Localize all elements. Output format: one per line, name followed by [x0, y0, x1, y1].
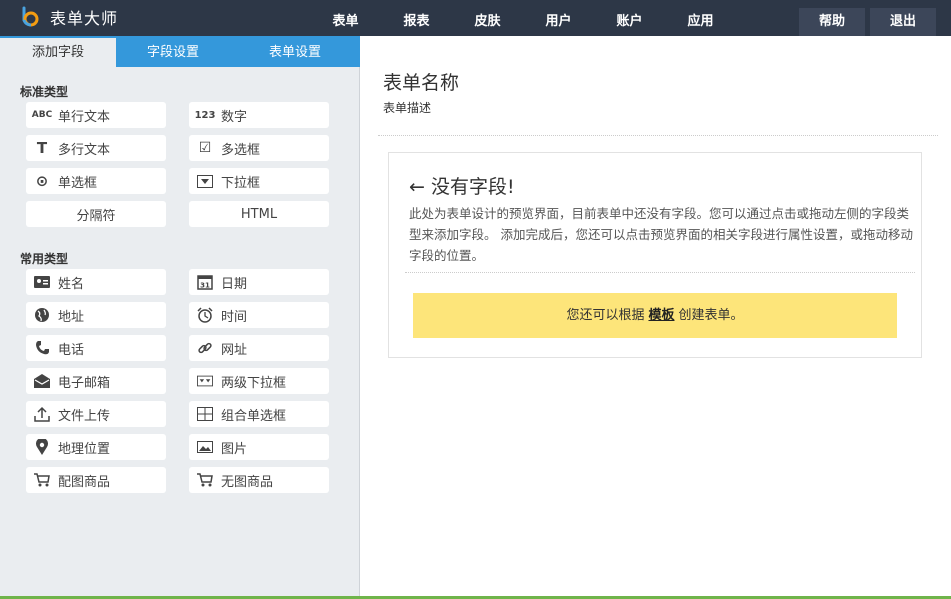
card-divider: [405, 272, 915, 273]
alarm-clock-icon: [197, 307, 213, 323]
standard-types-title: 标准类型: [20, 85, 69, 99]
nav-item-reports[interactable]: 报表: [381, 0, 452, 36]
template-tip: 您还可以根据 模板 创建表单。: [413, 293, 897, 338]
image-icon: [197, 439, 213, 455]
dropdown-icon: [197, 173, 213, 189]
app-logo[interactable]: 表单大师: [20, 5, 118, 29]
tip-prefix: 您还可以根据: [566, 308, 645, 323]
field-dropdown[interactable]: 下拉框: [189, 168, 329, 194]
field-html[interactable]: HTML: [189, 201, 329, 227]
main-nav: 表单 报表 皮肤 用户 账户 应用: [310, 0, 736, 36]
field-image[interactable]: 图片: [189, 434, 329, 460]
header-divider: [378, 135, 938, 136]
empty-state-text: 此处为表单设计的预览界面，目前表单中还没有字段。您可以通过点击或拖动左侧的字段类…: [409, 206, 913, 263]
cart-icon: [34, 472, 50, 488]
empty-state-title: ← 没有字段!: [409, 176, 515, 198]
field-name[interactable]: 姓名: [26, 269, 166, 295]
tip-suffix: 创建表单。: [678, 308, 744, 323]
two-level-dropdown-icon: [197, 373, 213, 389]
text-t-icon: T: [36, 139, 48, 157]
panel-tabs: 添加字段 字段设置 表单设置: [0, 36, 360, 67]
field-address[interactable]: 地址: [26, 302, 166, 328]
field-product-without-image[interactable]: 无图商品: [189, 467, 329, 493]
link-icon: [197, 340, 213, 356]
form-description[interactable]: 表单描述: [383, 99, 431, 116]
nav-item-forms[interactable]: 表单: [310, 0, 381, 36]
field-panel: 添加字段 字段设置 表单设置 标准类型 ABC 单行文本 123 数字 T 多行…: [0, 36, 360, 599]
globe-icon: [34, 307, 50, 323]
app-name: 表单大师: [50, 9, 119, 28]
name-card-icon: [34, 274, 50, 290]
tab-field-settings[interactable]: 字段设置: [116, 36, 230, 67]
field-separator[interactable]: 分隔符: [26, 201, 166, 227]
form-title[interactable]: 表单名称: [383, 68, 459, 95]
field-product-with-image[interactable]: 配图商品: [26, 467, 166, 493]
svg-text:31: 31: [200, 282, 210, 290]
upload-icon: [34, 406, 50, 422]
nav-item-skins[interactable]: 皮肤: [452, 0, 523, 36]
empty-state-card: ← 没有字段! 此处为表单设计的预览界面，目前表单中还没有字段。您可以通过点击或…: [388, 152, 922, 358]
field-checkbox[interactable]: ☑ 多选框: [189, 135, 329, 161]
nav-item-users[interactable]: 用户: [523, 0, 594, 36]
tab-form-settings[interactable]: 表单设置: [230, 36, 360, 67]
field-number[interactable]: 123 数字: [189, 102, 329, 128]
radio-icon: ⊙: [35, 172, 49, 190]
field-geo-location[interactable]: 地理位置: [26, 434, 166, 460]
field-multi-line-text[interactable]: T 多行文本: [26, 135, 166, 161]
nav-item-account[interactable]: 账户: [594, 0, 665, 36]
abc-icon: ABC: [31, 110, 53, 120]
field-single-line-text[interactable]: ABC 单行文本: [26, 102, 166, 128]
field-url[interactable]: 网址: [189, 335, 329, 361]
field-date[interactable]: 31 日期: [189, 269, 329, 295]
grid-icon: [197, 406, 213, 422]
tab-add-field[interactable]: 添加字段: [0, 36, 116, 67]
field-combo-radio[interactable]: 组合单选框: [189, 401, 329, 427]
phone-icon: [34, 340, 50, 356]
field-radio[interactable]: ⊙ 单选框: [26, 168, 166, 194]
field-email[interactable]: 电子邮箱: [26, 368, 166, 394]
common-types-title: 常用类型: [20, 252, 69, 266]
checkbox-icon: ☑: [198, 140, 212, 156]
envelope-icon: [34, 373, 50, 389]
top-navbar: 表单大师 表单 报表 皮肤 用户 账户 应用 帮助 退出: [0, 0, 951, 36]
help-button[interactable]: 帮助: [799, 8, 865, 36]
nav-item-apps[interactable]: 应用: [665, 0, 736, 36]
calendar-icon: 31: [197, 274, 213, 290]
field-phone[interactable]: 电话: [26, 335, 166, 361]
logo-b-icon: [22, 6, 39, 27]
template-link[interactable]: 模板: [648, 308, 674, 323]
field-time[interactable]: 时间: [189, 302, 329, 328]
cart-icon: [197, 472, 213, 488]
logout-button[interactable]: 退出: [870, 8, 936, 36]
map-pin-icon: [34, 439, 50, 455]
field-file-upload[interactable]: 文件上传: [26, 401, 166, 427]
field-two-level-dropdown[interactable]: 两级下拉框: [189, 368, 329, 394]
number-icon: 123: [194, 109, 216, 121]
